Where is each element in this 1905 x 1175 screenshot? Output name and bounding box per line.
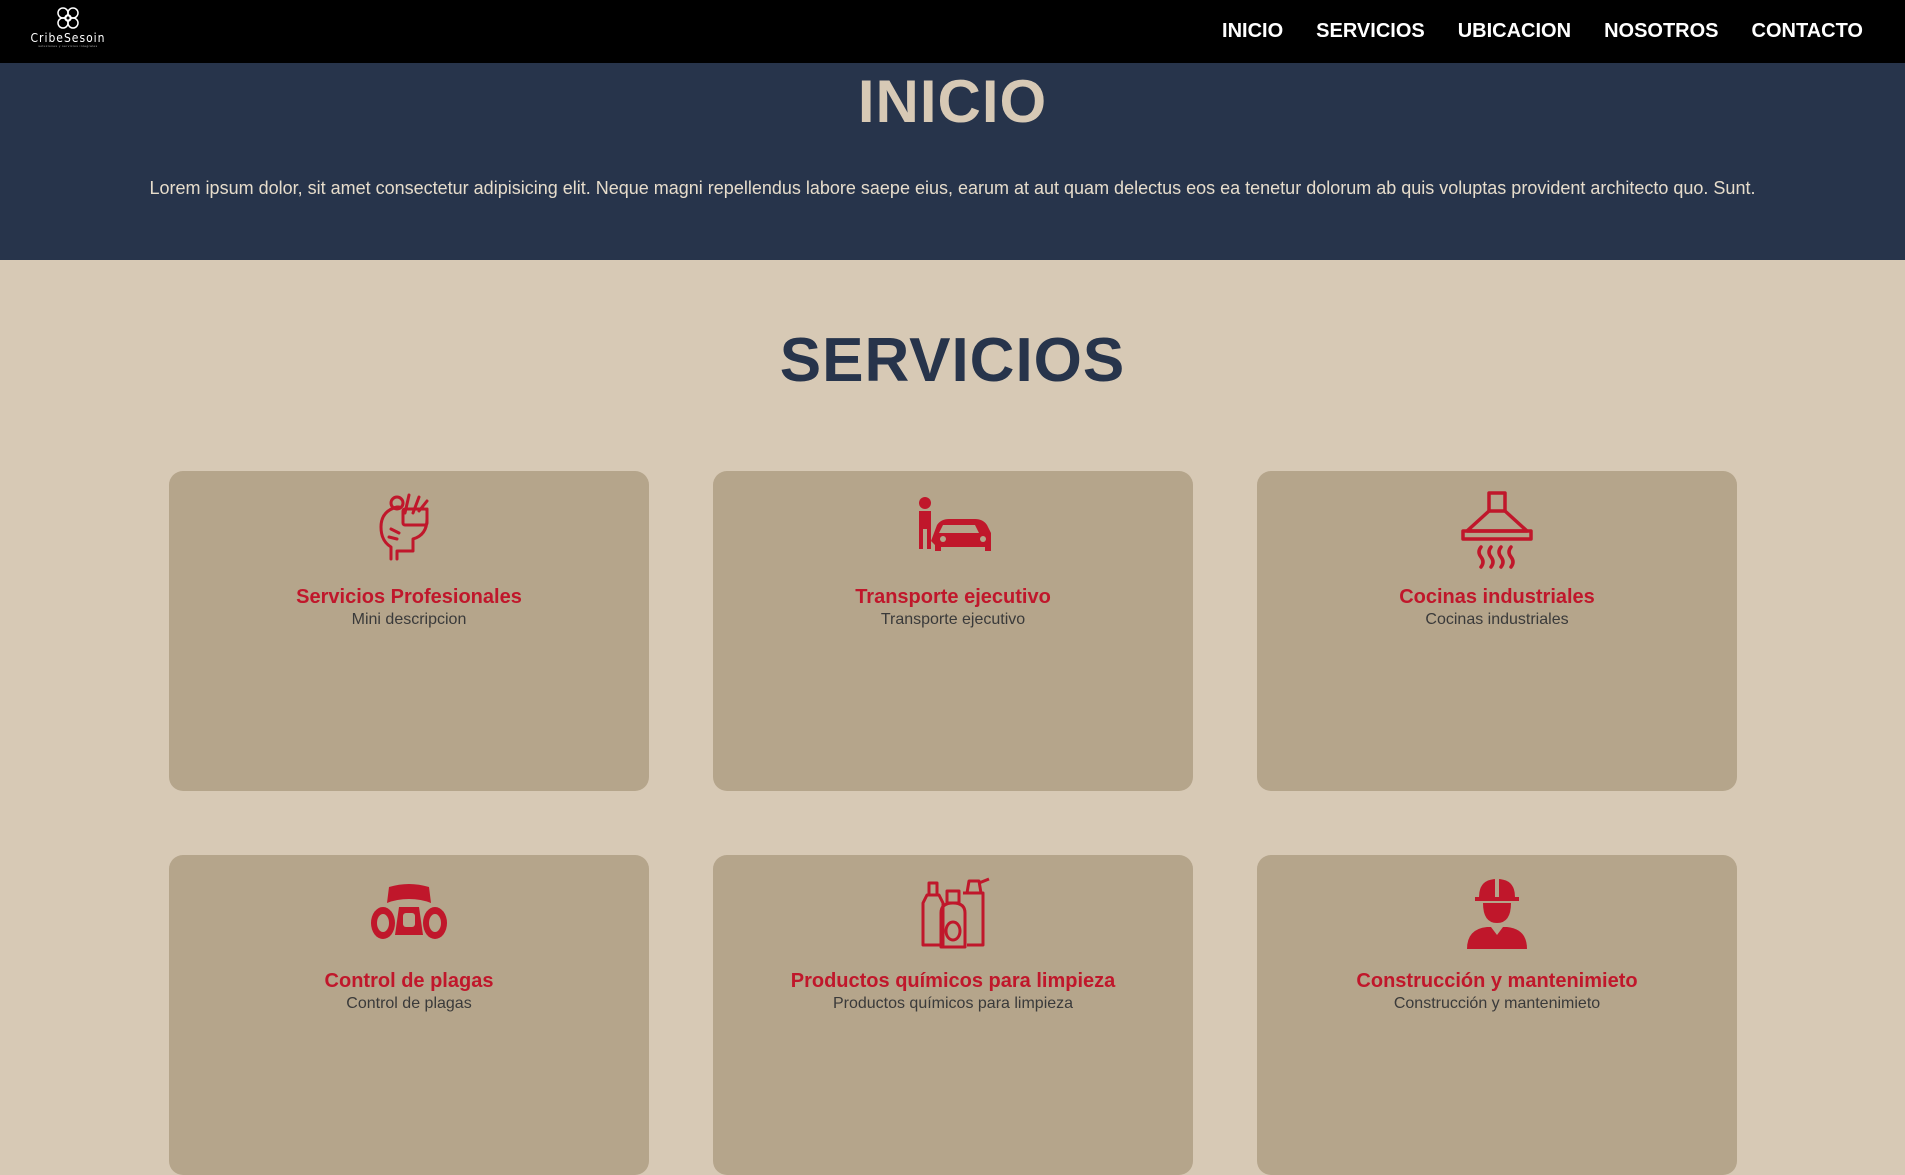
service-card-desc: Construcción y mantenimieto xyxy=(1393,995,1601,1012)
service-card-construccion[interactable]: Construcción y mantenimieto Construcción… xyxy=(1257,855,1737,1175)
gas-mask-icon xyxy=(371,884,447,939)
services-title: SERVICIOS xyxy=(779,326,1126,395)
top-navbar: CribeSesoin soluciones y servicios integ… xyxy=(0,0,1905,63)
construction-worker-icon xyxy=(1467,879,1527,949)
service-card-title: Control de plagas xyxy=(324,970,494,992)
service-card-desc: Cocinas industriales xyxy=(1425,611,1569,628)
kitchen-hood-icon xyxy=(1461,491,1533,569)
brand-tagline: soluciones y servicios integrales xyxy=(38,44,98,48)
hero-text: Lorem ipsum dolor, sit amet consectetur … xyxy=(149,178,1756,198)
service-card-title: Cocinas industriales xyxy=(1399,586,1595,608)
nav-inicio[interactable]: INICIO xyxy=(1222,20,1283,43)
service-card-title: Construcción y mantenimieto xyxy=(1356,970,1638,992)
service-card-transporte[interactable]: Transporte ejecutivo Transporte ejecutiv… xyxy=(713,471,1193,791)
main-menu: INICIO SERVICIOS UBICACION NOSOTROS CONT… xyxy=(1222,0,1863,63)
service-card-title: Productos químicos para limpieza xyxy=(790,970,1116,992)
service-card-plagas[interactable]: Control de plagas Control de plagas xyxy=(169,855,649,1175)
service-card-title: Transporte ejecutivo xyxy=(855,586,1051,608)
brain-logo-icon xyxy=(57,7,79,29)
service-card-profesionales[interactable]: Servicios Profesionales Mini descripcion xyxy=(169,471,649,791)
cleaning-bottles-icon xyxy=(921,877,990,949)
service-card-cocinas[interactable]: Cocinas industriales Cocinas industriale… xyxy=(1257,471,1737,791)
hero-section: INICIO Lorem ipsum dolor, sit amet conse… xyxy=(0,63,1905,260)
hero-title: INICIO xyxy=(857,68,1048,135)
nav-contacto[interactable]: CONTACTO xyxy=(1752,20,1863,43)
head-ideas-icon xyxy=(379,493,429,561)
executive-car-icon xyxy=(919,497,991,551)
service-card-desc: Control de plagas xyxy=(346,995,472,1012)
service-card-desc: Mini descripcion xyxy=(351,611,467,628)
nav-ubicacion[interactable]: UBICACION xyxy=(1458,20,1571,43)
nav-nosotros[interactable]: NOSOTROS xyxy=(1604,20,1718,43)
service-card-desc: Transporte ejecutivo xyxy=(880,611,1026,628)
service-card-desc: Productos químicos para limpieza xyxy=(832,995,1074,1012)
nav-servicios[interactable]: SERVICIOS xyxy=(1316,20,1425,43)
service-card-title: Servicios Profesionales xyxy=(296,586,522,608)
brand-name: CribeSesoin xyxy=(30,31,106,45)
brand-logo[interactable]: CribeSesoin soluciones y servicios integ… xyxy=(28,4,108,56)
service-card-quimicos[interactable]: Productos químicos para limpieza Product… xyxy=(713,855,1193,1175)
